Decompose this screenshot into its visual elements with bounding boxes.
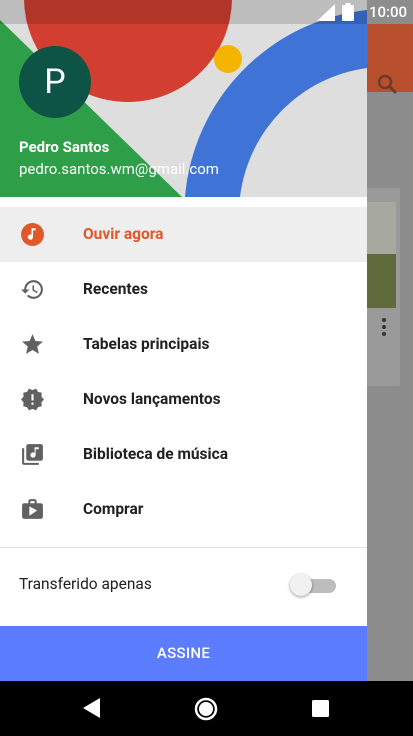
menu-item-tabelas[interactable]: Tabelas principais — [0, 317, 367, 372]
menu-item-label: Novos lançamentos — [83, 390, 221, 408]
home-icon[interactable] — [194, 697, 218, 721]
divider — [0, 547, 367, 548]
menu-item-biblioteca[interactable]: Biblioteca de música — [0, 427, 367, 482]
status-bar: 10:00 — [0, 0, 413, 24]
avatar[interactable]: P — [19, 46, 91, 118]
menu-item-label: Ouvir agora — [83, 225, 164, 243]
recent-apps-icon[interactable] — [312, 700, 329, 717]
menu-item-label: Biblioteca de música — [83, 445, 228, 463]
headphones-icon — [21, 223, 44, 246]
downloaded-only-row[interactable]: Transferido apenas — [0, 558, 367, 612]
new-releases-icon — [21, 388, 44, 411]
system-nav-bar — [0, 681, 413, 736]
menu-item-label: Recentes — [83, 280, 149, 298]
menu-item-label: Comprar — [83, 500, 144, 518]
account-name: Pedro Santos — [19, 138, 110, 156]
menu-item-novos-lancamentos[interactable]: Novos lançamentos — [0, 372, 367, 427]
subscribe-button[interactable]: ASSINE — [0, 626, 367, 681]
signal-icon — [317, 4, 335, 21]
search-icon — [377, 74, 397, 94]
background-album-card — [362, 188, 400, 386]
music-library-icon — [22, 444, 43, 465]
more-icon — [382, 318, 386, 339]
toggle-thumb — [290, 574, 312, 596]
history-icon — [21, 280, 43, 299]
battery-icon — [342, 3, 354, 21]
account-email[interactable]: pedro.santos.wm@gmail.com — [19, 160, 219, 178]
album-cover — [362, 202, 396, 308]
drawer-header[interactable]: P Pedro Santos pedro.santos.wm@gmail.com — [0, 0, 367, 197]
navigation-drawer: P Pedro Santos pedro.santos.wm@gmail.com… — [0, 0, 367, 681]
menu-item-comprar[interactable]: Comprar — [0, 482, 367, 537]
downloaded-only-toggle[interactable] — [290, 574, 336, 596]
play-store-icon — [22, 499, 43, 519]
downloaded-only-label: Transferido apenas — [19, 575, 152, 593]
star-icon — [22, 334, 43, 354]
drawer-menu: Ouvir agora Recentes Tabelas principais … — [0, 207, 367, 537]
status-time: 10:00 — [368, 3, 407, 21]
menu-item-label: Tabelas principais — [83, 335, 210, 353]
menu-item-recentes[interactable]: Recentes — [0, 262, 367, 317]
back-icon[interactable] — [83, 698, 101, 718]
menu-item-ouvir-agora[interactable]: Ouvir agora — [0, 207, 367, 262]
